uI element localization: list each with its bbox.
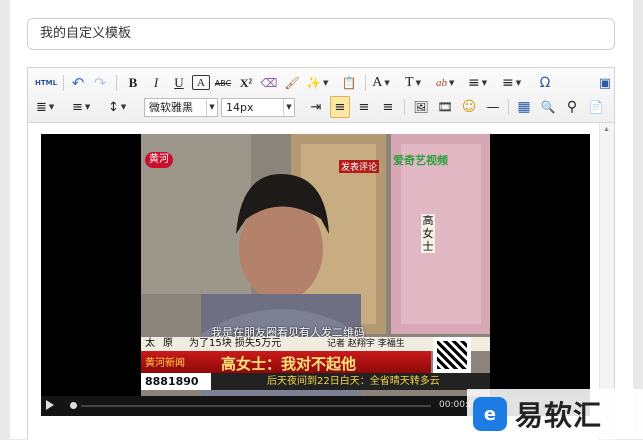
template-title-input[interactable]: 我的自定义模板 — [27, 18, 615, 50]
unordered-list-glyph: ≡ — [502, 75, 514, 91]
chevron-down-icon: ▼ — [384, 79, 390, 87]
eraser-icon[interactable]: ⌫ — [260, 72, 278, 94]
side-caption: 高女士 — [421, 214, 435, 253]
toolbar-separator — [116, 75, 117, 91]
scroll-up-icon[interactable]: ▲ — [603, 126, 610, 133]
insert-image-icon[interactable]: 🖼 — [412, 96, 430, 118]
chevron-down-icon: ▼ — [206, 99, 217, 116]
emoji-icon[interactable]: ☺ — [460, 96, 478, 118]
chevron-down-icon: ▼ — [481, 79, 488, 87]
hotline-number: 8881890 — [141, 373, 211, 390]
news-ticker: 后天夜间到22日白天：全省晴天转多云 — [267, 376, 440, 387]
spellcheck-button[interactable]: ab ▼ — [436, 72, 454, 94]
line-height-glyph: ↕ — [108, 99, 119, 115]
video-timeline[interactable] — [81, 405, 431, 407]
font-border-button[interactable]: A — [192, 75, 210, 90]
redo-icon[interactable]: ↷ — [91, 72, 109, 94]
unordered-list-button[interactable]: ≡ ▼ — [502, 72, 521, 94]
toolbar-separator — [63, 75, 64, 91]
video-brand-logo: 爱奇艺视频 — [393, 154, 448, 167]
search-replace-icon[interactable]: 🔍 — [539, 96, 557, 118]
reporter-credit: 记者 赵翔宇 李福生 — [327, 339, 405, 349]
main-headline: 高女士：我对不起他 — [221, 355, 357, 373]
toolbar-separator — [404, 99, 405, 115]
row-spacing-icon[interactable]: ≡ ▼ — [72, 96, 90, 118]
chevron-down-icon: ▼ — [84, 103, 91, 111]
align-center-icon[interactable]: ≡ — [355, 96, 373, 118]
chevron-down-icon: ▼ — [415, 79, 421, 87]
insert-video-icon[interactable]: 🎞 — [436, 96, 454, 118]
font-family-value: 微软雅黑 — [149, 101, 193, 114]
ordered-list-button[interactable]: ≡ ▼ — [468, 72, 487, 94]
strikethrough-button[interactable]: ABC — [214, 72, 232, 94]
undo-icon[interactable]: ↶ — [69, 72, 87, 94]
channel-logo: 黄河 — [145, 152, 173, 168]
qr-code-pattern — [437, 341, 467, 369]
background-color-glyph: T — [405, 75, 414, 90]
watermark-text: 易软汇 — [515, 399, 603, 432]
background-color-button[interactable]: T ▼ — [404, 72, 422, 94]
watermark-logo-icon: e — [473, 397, 507, 431]
font-family-select[interactable]: 微软雅黑 ▼ — [144, 98, 218, 117]
toolbar-separator — [365, 75, 366, 91]
row-spacing-glyph: ≡ — [72, 99, 83, 115]
horizontal-rule-icon[interactable]: — — [484, 96, 502, 118]
line-height-icon[interactable]: ↕ ▼ — [108, 96, 126, 118]
preview-icon[interactable]: ▣ — [596, 72, 614, 94]
chevron-down-icon: ▼ — [120, 103, 127, 111]
seek-handle[interactable] — [70, 402, 77, 409]
editor-toolbar: HTML ↶ ↷ B I U A ABC X² ⌫ 🖌 ✨ ▼ 📋 A ▼ T ▼ a… — [28, 68, 614, 123]
paragraph-spacing-glyph: ≣ — [36, 99, 47, 115]
paragraph-spacing-icon[interactable]: ≣ ▼ — [36, 96, 54, 118]
chevron-down-icon: ▼ — [48, 103, 55, 111]
superscript-button[interactable]: X² — [237, 72, 255, 94]
font-size-value: 14px — [226, 101, 254, 114]
spellcheck-glyph: ab — [436, 77, 447, 89]
font-color-glyph: A — [372, 75, 383, 90]
html-source-button[interactable]: HTML — [34, 72, 58, 94]
embedded-video[interactable]: 黄河 发表评论 爱奇艺视频 高女士 我是在朋友圈看见有人发二维码 太 原 为了1… — [41, 134, 590, 416]
news-bar-main: 黄河新闻 高女士：我对不起他 — [141, 351, 431, 373]
ordered-list-glyph: ≡ — [468, 75, 480, 91]
qr-code — [433, 337, 471, 373]
font-color-button[interactable]: A ▼ — [372, 72, 390, 94]
chevron-down-icon: ▼ — [283, 99, 294, 116]
toolbar-separator — [508, 99, 509, 115]
insert-table-icon[interactable]: ▦ — [515, 96, 533, 118]
news-location-1: 太 — [145, 338, 155, 349]
indent-icon[interactable]: ⇥ — [307, 96, 325, 118]
play-icon[interactable] — [46, 400, 54, 410]
program-tag: 黄河新闻 — [145, 358, 185, 369]
align-left-icon[interactable]: ≡ — [330, 96, 350, 118]
editor-panel: 我的自定义模板 HTML ↶ ↷ B I U A ABC X² ⌫ 🖌 ✨ ▼ 📋 — [10, 0, 633, 440]
special-char-button[interactable]: Ω — [536, 72, 554, 94]
font-size-select[interactable]: 14px ▼ — [221, 98, 295, 117]
news-headline-small: 为了15块 损失5万元 — [189, 338, 282, 349]
comment-tag: 发表评论 — [339, 160, 380, 173]
paste-plain-icon[interactable]: 📋 — [340, 72, 358, 94]
news-location-2: 原 — [163, 338, 173, 349]
video-frame: 黄河 发表评论 爱奇艺视频 高女士 我是在朋友圈看见有人发二维码 太 原 为了1… — [141, 134, 490, 396]
chevron-down-icon: ▼ — [515, 79, 522, 87]
auto-format-icon[interactable]: ✨ ▼ — [306, 72, 328, 94]
rich-text-editor: HTML ↶ ↷ B I U A ABC X² ⌫ 🖌 ✨ ▼ 📋 A ▼ T ▼ a… — [27, 67, 615, 440]
format-painter-icon[interactable]: 🖌 — [283, 72, 301, 94]
underline-button[interactable]: U — [170, 72, 188, 94]
chevron-down-icon: ▼ — [449, 79, 455, 87]
template-icon[interactable]: 📄 — [587, 96, 605, 118]
news-bar-bottom: 8881890 后天夜间到22日白天：全省晴天转多云 — [141, 373, 490, 390]
align-right-icon[interactable]: ≡ — [379, 96, 397, 118]
chevron-down-icon: ▼ — [322, 79, 329, 87]
find-icon[interactable]: ⚲ — [563, 96, 581, 118]
bold-button[interactable]: B — [124, 72, 142, 94]
auto-format-glyph: ✨ — [306, 76, 321, 90]
watermark: e 易软汇 — [467, 389, 643, 439]
italic-button[interactable]: I — [147, 72, 165, 94]
